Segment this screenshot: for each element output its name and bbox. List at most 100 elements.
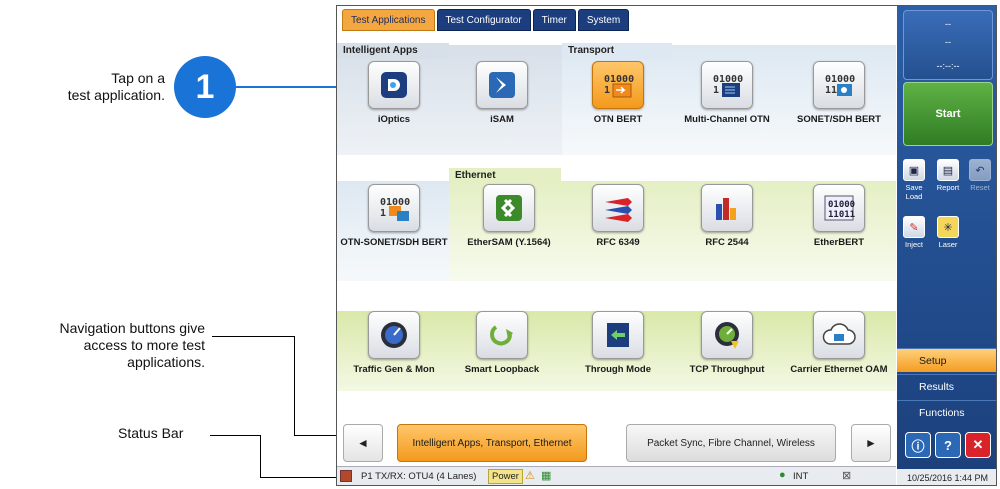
app-label-otn-bert: OTN BERT bbox=[593, 114, 643, 125]
inject-label: Inject bbox=[905, 240, 923, 249]
tab-test-applications[interactable]: Test Applications bbox=[342, 9, 435, 31]
status-clock-source: INT bbox=[793, 471, 809, 482]
grid-icon: ▦ bbox=[541, 470, 552, 482]
results-label: Results bbox=[919, 381, 955, 393]
report-button[interactable]: ▤ Report bbox=[935, 159, 961, 192]
nav-callout: Navigation buttons give access to more t… bbox=[20, 320, 205, 371]
nav-callout-line-h bbox=[212, 336, 294, 337]
status-value-2: -- bbox=[945, 37, 951, 47]
carrier-ethernet-oam-icon bbox=[813, 311, 865, 359]
app-tile-isam[interactable]: iSAM bbox=[442, 61, 562, 171]
laser-icon: ✳ bbox=[937, 216, 959, 238]
page-button-packet-sync-fibre-wireless[interactable]: Packet Sync, Fibre Channel, Wireless bbox=[626, 424, 836, 462]
status-callout-line-v bbox=[260, 435, 261, 478]
app-tile-multi-channel-otn[interactable]: 01000 1 Multi-Channel OTN bbox=[667, 61, 787, 171]
app-label-etherbert: EtherBERT bbox=[813, 237, 865, 248]
app-tile-traffic-gen-mon[interactable]: Traffic Gen & Mon bbox=[337, 311, 454, 421]
laser-label: Laser bbox=[938, 240, 958, 249]
svg-text:1: 1 bbox=[380, 208, 386, 219]
menu-results[interactable]: Results bbox=[897, 374, 996, 398]
prev-page-button[interactable]: ◄ bbox=[343, 424, 383, 462]
smart-loopback-icon bbox=[476, 311, 528, 359]
functions-label: Functions bbox=[919, 407, 965, 419]
multi-channel-otn-icon: 01000 1 bbox=[701, 61, 753, 109]
svg-text:11011: 11011 bbox=[828, 210, 855, 220]
nav-callout-line3: applications. bbox=[127, 354, 205, 370]
app-tile-rfc-2544[interactable]: RFC 2544 bbox=[667, 184, 787, 294]
tab-system[interactable]: System bbox=[577, 9, 630, 31]
tcp-throughput-icon bbox=[701, 311, 753, 359]
reset-button[interactable]: ↶ Reset bbox=[967, 159, 993, 192]
app-label-rfc-6349: RFC 6349 bbox=[596, 237, 640, 248]
tab-test-configurator[interactable]: Test Configurator bbox=[436, 9, 531, 31]
info-icon[interactable]: ⓘ bbox=[905, 432, 931, 458]
app-tile-ioptics[interactable]: iOptics bbox=[337, 61, 454, 171]
page-button-intelligent-transport-ethernet[interactable]: Intelligent Apps, Transport, Ethernet bbox=[397, 424, 587, 462]
app-tile-otn-bert[interactable]: 01000 1 OTN BERT bbox=[558, 61, 678, 171]
menu-setup[interactable]: Setup bbox=[897, 348, 996, 372]
reset-label: Reset bbox=[970, 183, 990, 192]
status-port-text: P1 TX/RX: OTU4 (4 Lanes) bbox=[361, 471, 477, 482]
inject-icon: ✎ bbox=[903, 216, 925, 238]
next-page-button[interactable]: ► bbox=[851, 424, 891, 462]
tap-callout-line1: Tap on a bbox=[111, 70, 165, 86]
status-timer: --:--:-- bbox=[936, 61, 960, 71]
ethersam-icon bbox=[483, 184, 535, 232]
isam-icon bbox=[476, 61, 528, 109]
tab-timer[interactable]: Timer bbox=[532, 9, 576, 31]
nav-callout-line2: access to more test bbox=[83, 337, 205, 353]
help-icon[interactable]: ? bbox=[935, 432, 961, 458]
inject-button[interactable]: ✎ Inject bbox=[901, 216, 927, 249]
status-callout: Status Bar bbox=[118, 425, 184, 441]
intelligent-apps-label: Intelligent Apps bbox=[337, 43, 449, 59]
sonet-sdh-bert-icon: 01000 11 bbox=[813, 61, 865, 109]
app-tile-carrier-ethernet-oam[interactable]: Carrier Ethernet OAM bbox=[779, 311, 899, 421]
otn-bert-icon: 01000 1 bbox=[592, 61, 644, 109]
tap-callout-line bbox=[236, 86, 348, 88]
start-button[interactable]: Start bbox=[903, 82, 993, 146]
app-tile-sonet-sdh-bert[interactable]: 01000 11 SONET/SDH BERT bbox=[779, 61, 899, 171]
nav-callout-line-v bbox=[294, 336, 295, 436]
laser-button[interactable]: ✳ Laser bbox=[935, 216, 961, 249]
traffic-gen-icon bbox=[368, 311, 420, 359]
app-tile-smart-loopback[interactable]: Smart Loopback bbox=[442, 311, 562, 421]
status-value-1: -- bbox=[945, 19, 951, 29]
etherbert-icon: 01000 11011 bbox=[813, 184, 865, 232]
status-bar: P1 TX/RX: OTU4 (4 Lanes) Power ⚠ ▦ ● INT… bbox=[337, 466, 896, 485]
app-tile-tcp-throughput[interactable]: TCP Throughput bbox=[667, 311, 787, 421]
status-callout-line-h bbox=[210, 435, 260, 436]
svg-text:01000: 01000 bbox=[825, 74, 855, 85]
svg-text:01000: 01000 bbox=[604, 74, 634, 85]
app-label-ethersam: EtherSAM (Y.1564) bbox=[467, 237, 551, 248]
navigation-bar: ◄ Intelligent Apps, Transport, Ethernet … bbox=[341, 416, 903, 462]
save-load-label: Save Load bbox=[905, 183, 923, 201]
svg-text:11: 11 bbox=[825, 85, 837, 96]
app-tile-through-mode[interactable]: Through Mode bbox=[558, 311, 678, 421]
menu-functions[interactable]: Functions bbox=[897, 400, 996, 424]
main-tabs: Test Applications Test Configurator Time… bbox=[342, 9, 630, 31]
save-load-button[interactable]: ▣ Save Load bbox=[901, 159, 927, 201]
ioptics-icon bbox=[368, 61, 420, 109]
app-tile-ethersam[interactable]: EtherSAM (Y.1564) bbox=[449, 184, 569, 294]
device-screen: Test Applications Test Configurator Time… bbox=[336, 5, 997, 486]
transport-label: Transport bbox=[562, 43, 672, 59]
save-icon: ▣ bbox=[903, 159, 925, 181]
test-status-display: -- -- --:--:-- bbox=[903, 10, 993, 80]
app-tile-etherbert[interactable]: 01000 11011 EtherBERT bbox=[779, 184, 899, 294]
right-panel: -- -- --:--:-- Start ▣ Save Load ▤ Repor… bbox=[897, 6, 996, 485]
app-label-sonet-sdh-bert: SONET/SDH BERT bbox=[797, 114, 881, 125]
svg-text:1: 1 bbox=[604, 85, 610, 96]
through-mode-icon bbox=[592, 311, 644, 359]
rfc2544-icon bbox=[701, 184, 753, 232]
report-label: Report bbox=[936, 183, 960, 192]
warning-icon: ⚠ bbox=[525, 470, 535, 482]
app-tile-otn-sonet-sdh-bert[interactable]: 01000 1 OTN-SONET/SDH BERT bbox=[337, 184, 454, 294]
close-icon[interactable]: ✕ bbox=[965, 432, 991, 458]
app-label-rfc-2544: RFC 2544 bbox=[705, 237, 749, 248]
status-datetime: 10/25/2016 1:44 PM bbox=[897, 469, 996, 485]
connection-icon: ⊠ bbox=[842, 470, 852, 482]
app-tile-rfc-6349[interactable]: RFC 6349 bbox=[558, 184, 678, 294]
svg-text:1: 1 bbox=[713, 85, 719, 96]
app-label-traffic-gen-mon: Traffic Gen & Mon bbox=[353, 364, 435, 375]
app-label-tcp-throughput: TCP Throughput bbox=[689, 364, 765, 375]
